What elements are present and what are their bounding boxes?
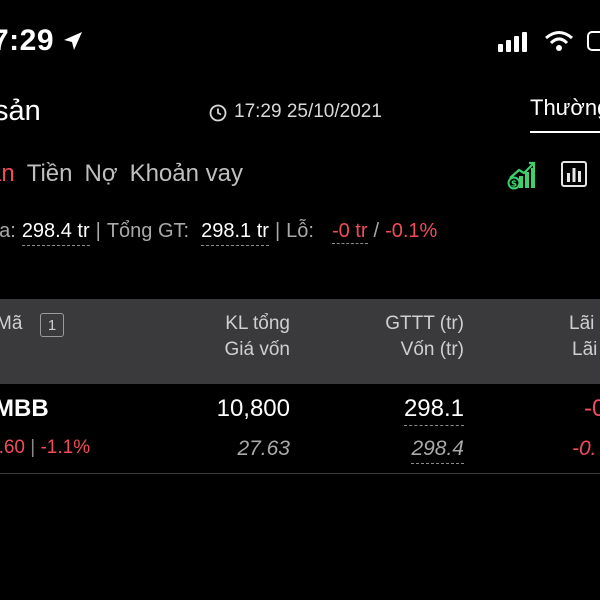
header-avg-cost[interactable]: Giá vốn — [225, 339, 290, 361]
buy-value[interactable]: 298.4 tr — [21, 220, 90, 246]
row-price: 7.60 | -1.1% — [0, 437, 90, 459]
tab-debt[interactable]: Nợ — [85, 160, 118, 188]
wifi-icon — [544, 30, 574, 57]
row-qty: 10,800 — [216, 395, 290, 422]
tab-loan[interactable]: Khoản vay — [130, 160, 243, 188]
loss-percent: -0.1% — [385, 220, 438, 242]
header-qty[interactable]: KL tổng — [225, 313, 290, 335]
separator: | — [274, 220, 281, 242]
page-title: sản — [0, 95, 41, 127]
signal-icon — [498, 30, 532, 57]
slash: / — [373, 220, 380, 242]
loss-label: Lỗ: — [286, 220, 314, 242]
table-header — [0, 299, 600, 384]
row-symbol: MBB — [0, 395, 49, 422]
growth-chart-icon[interactable]: $ — [507, 160, 537, 195]
buy-label: ua: — [0, 220, 16, 242]
loss-value[interactable]: -0 tr — [331, 220, 368, 244]
row-market-value[interactable]: 298.1 — [403, 395, 464, 426]
separator: | — [95, 220, 101, 242]
price-value: 7.60 — [0, 437, 25, 458]
tab-normal[interactable]: Thường — [530, 95, 600, 133]
tab-cash[interactable]: Tiền — [27, 160, 73, 188]
header-market-value[interactable]: GTTT (tr) — [385, 313, 464, 335]
price-change: -1.1% — [40, 437, 91, 458]
header-pl-pct[interactable]: Lãi — [572, 339, 597, 361]
svg-text:$: $ — [511, 180, 517, 190]
status-icons — [498, 30, 600, 57]
row-pl-pct: -0. — [572, 437, 597, 460]
clock-icon — [209, 104, 227, 127]
header-cost[interactable]: Vốn (tr) — [401, 339, 464, 361]
timestamp: 17:29 25/10/2021 — [234, 101, 382, 122]
portfolio-summary: ua: 298.4 tr | Tổng GT: 298.1 tr | Lỗ: -… — [0, 220, 437, 246]
tab-bar: ản Tiền Nợ Khoản vay — [0, 160, 255, 188]
total-value[interactable]: 298.1 tr — [201, 220, 269, 246]
count-badge[interactable]: 1 — [40, 313, 64, 337]
total-label: Tổng GT: — [106, 220, 190, 242]
header-symbol: Mã — [0, 313, 23, 334]
battery-icon — [586, 30, 600, 57]
tab-assets[interactable]: ản — [0, 160, 15, 188]
row-pl: -0 — [584, 395, 600, 422]
bar-chart-icon[interactable] — [560, 160, 588, 193]
status-time: 7:29 — [0, 24, 55, 57]
location-arrow-icon — [62, 30, 84, 57]
price-separator: | — [30, 437, 36, 458]
row-cost[interactable]: 298.4 — [411, 437, 464, 464]
row-avg-cost: 27.63 — [237, 437, 290, 460]
header-pl[interactable]: Lãi — [569, 313, 594, 335]
row-divider — [0, 473, 600, 474]
